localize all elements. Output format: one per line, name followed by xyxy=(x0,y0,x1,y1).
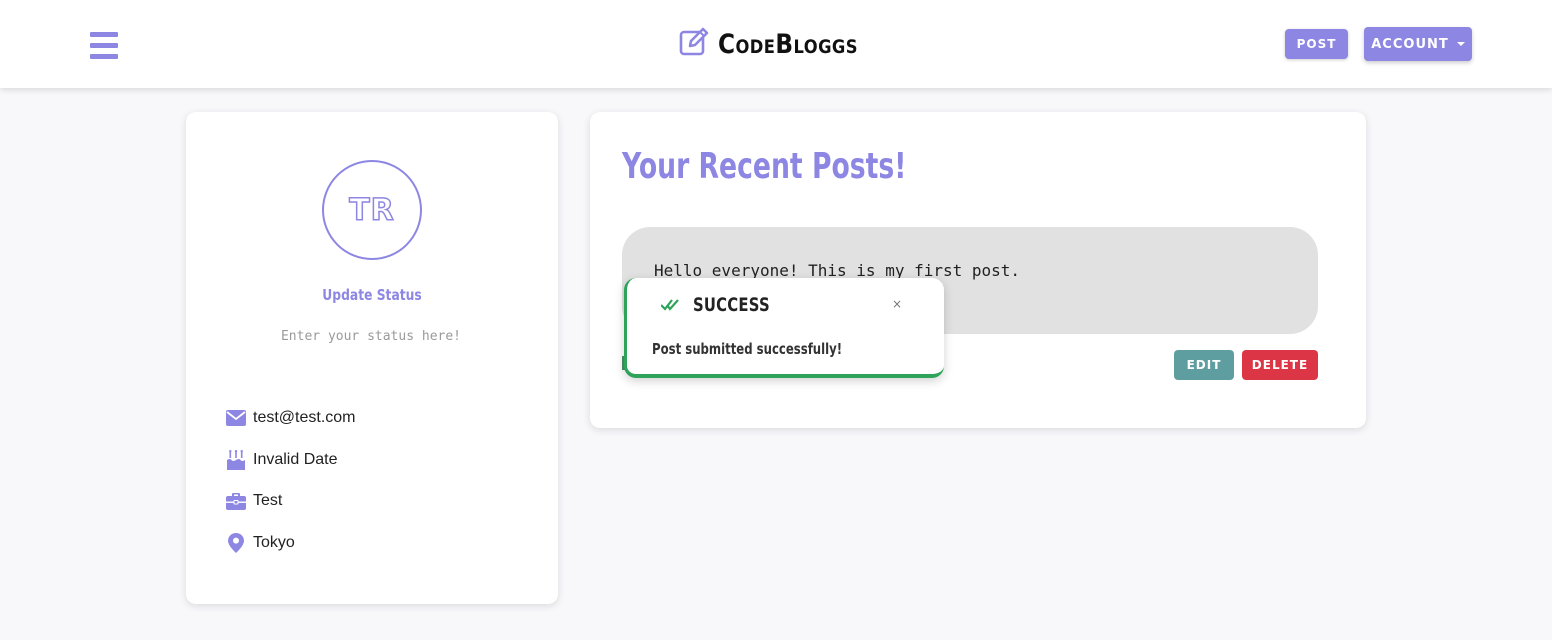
account-label: ACCOUNT xyxy=(1371,36,1449,52)
profile-info-list: test@test.com Invalid Date Test Tokyo xyxy=(226,406,526,572)
info-location: Tokyo xyxy=(226,531,526,555)
caret-down-icon xyxy=(1456,42,1465,46)
birthday-cake-icon xyxy=(226,449,246,470)
avatar: TR xyxy=(322,160,422,260)
location-text: Tokyo xyxy=(253,533,295,551)
success-toast: SUCCESS × Post submitted successfully! xyxy=(624,278,944,378)
envelope-icon xyxy=(226,408,246,428)
briefcase-icon xyxy=(226,491,246,511)
post-button[interactable]: POST xyxy=(1285,29,1348,59)
close-icon[interactable]: × xyxy=(889,296,905,312)
delete-post-button[interactable]: DELETE xyxy=(1242,350,1318,380)
navbar: CodeBloggs POST ACCOUNT xyxy=(0,0,1552,88)
toast-message: Post submitted successfully! xyxy=(652,340,843,358)
info-birthday: Invalid Date xyxy=(226,448,526,472)
job-text: Test xyxy=(253,492,283,509)
account-dropdown-button[interactable]: ACCOUNT xyxy=(1364,27,1472,61)
info-email: test@test.com xyxy=(226,406,526,430)
brand-name: CodeBloggs xyxy=(718,28,858,60)
toast-title: SUCCESS xyxy=(693,294,770,316)
edit-square-icon xyxy=(678,26,710,63)
status-input[interactable] xyxy=(226,324,516,348)
edit-post-button[interactable]: EDIT xyxy=(1174,350,1234,380)
double-check-icon xyxy=(660,298,679,314)
email-text: test@test.com xyxy=(253,409,356,426)
profile-card: TR Update Status test@test.com xyxy=(186,112,558,604)
recent-posts-card: Your Recent Posts! Hello everyone! This … xyxy=(590,112,1366,428)
brand-logo[interactable]: CodeBloggs xyxy=(678,26,881,62)
hamburger-menu-icon[interactable] xyxy=(90,32,118,59)
map-marker-icon xyxy=(226,532,246,553)
recent-posts-title: Your Recent Posts! xyxy=(622,146,907,187)
avatar-initials: TR xyxy=(348,192,395,229)
info-job: Test xyxy=(226,489,526,513)
birthday-text: Invalid Date xyxy=(253,450,338,468)
update-status-label[interactable]: Update Status xyxy=(219,286,524,304)
